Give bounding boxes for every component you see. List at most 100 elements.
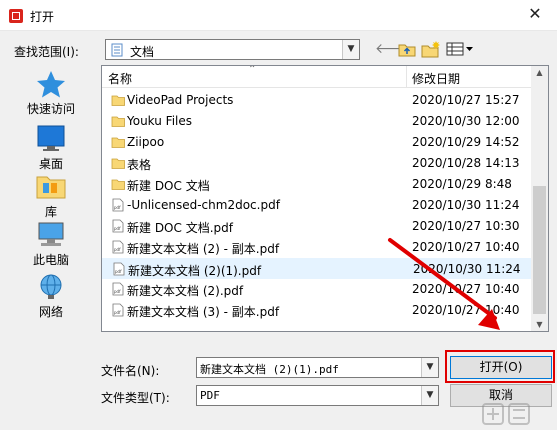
table-row[interactable]: Youku Files 2020/10/30 12:00 [102, 111, 532, 132]
file-name: -Unlicensed-chm2doc.pdf [127, 198, 280, 212]
new-folder-icon[interactable] [421, 40, 441, 58]
pdf-file-icon: pdf [113, 262, 125, 276]
desktop-icon [37, 125, 65, 151]
pdf-file-icon: pdf [112, 303, 124, 317]
file-name: 新建文本文档 (2).pdf [127, 284, 244, 298]
vertical-scrollbar[interactable]: ▲ ▼ [531, 66, 548, 331]
folder-icon [111, 137, 125, 148]
table-row[interactable]: pdf 新建文本文档 (2)(1).pdf 2020/10/30 11:24 [102, 258, 532, 279]
file-name: 新建文本文档 (2)(1).pdf [128, 264, 262, 278]
place-label: 快速访问 [26, 102, 75, 116]
file-date: 2020/10/28 14:13 [412, 156, 520, 170]
look-in-combo[interactable]: 文档 ▼ [105, 39, 360, 60]
table-row[interactable]: pdf 新建文本文档 (2).pdf 2020/10/27 10:40 [102, 279, 532, 300]
table-row[interactable]: VideoPad Projects 2020/10/27 15:27 [102, 90, 532, 111]
svg-text:pdf: pdf [114, 289, 121, 294]
file-date: 2020/10/29 14:52 [412, 135, 520, 149]
back-arrow-icon[interactable]: 🡐 [375, 40, 413, 58]
place-label: 桌面 [38, 157, 63, 171]
title-bar: 打开 ✕ [0, 0, 557, 31]
scroll-down-icon[interactable]: ▼ [531, 320, 548, 329]
file-date: 2020/10/27 10:40 [412, 303, 520, 317]
table-row[interactable]: Ziipoo 2020/10/29 14:52 [102, 132, 532, 153]
svg-text:pdf: pdf [114, 226, 121, 231]
filename-value: 新建文本文档 (2)(1).pdf [200, 363, 339, 376]
column-header-name[interactable]: 名称 [108, 70, 132, 87]
folder-icon [111, 179, 125, 190]
place-label: 此电脑 [32, 253, 69, 267]
watermark-logo [482, 403, 530, 425]
filetype-label: 文件类型(T): [101, 391, 170, 405]
table-row[interactable]: pdf 新建文本文档 (2) - 副本.pdf 2020/10/27 10:40 [102, 237, 532, 258]
app-icon [9, 9, 23, 23]
svg-text:pdf: pdf [114, 247, 121, 252]
file-name: Youku Files [127, 114, 193, 128]
pdf-file-icon: pdf [112, 282, 124, 296]
file-date: 2020/10/30 11:24 [412, 198, 520, 212]
file-date: 2020/10/27 15:27 [412, 93, 520, 107]
table-row[interactable]: pdf 新建文本文档 (3) - 副本.pdf 2020/10/27 10:40 [102, 300, 532, 321]
filetype-select[interactable]: PDF ▼ [196, 385, 439, 406]
file-name: 表格 [127, 158, 152, 172]
file-date: 2020/10/30 12:00 [412, 114, 520, 128]
pdf-file-icon: pdf [112, 219, 124, 233]
place-library[interactable]: 库 [8, 171, 94, 220]
close-icon[interactable]: ✕ [525, 4, 545, 24]
filename-field[interactable]: 新建文本文档 (2)(1).pdf ▼ [196, 357, 439, 378]
library-icon [36, 176, 66, 199]
network-icon [40, 274, 62, 299]
place-desktop[interactable]: 桌面 [8, 123, 94, 172]
open-button[interactable]: 打开(O) [450, 356, 552, 379]
view-menu-icon[interactable] [446, 40, 474, 58]
file-name: Ziipoo [127, 135, 165, 149]
folder-icon [111, 158, 125, 169]
svg-text:pdf: pdf [114, 205, 121, 210]
folder-icon [111, 95, 125, 106]
documents-folder-icon [111, 43, 123, 57]
file-list-header: ⌃ 名称 修改日期 [102, 66, 532, 88]
file-name: 新建 DOC 文档 [127, 179, 210, 193]
file-date: 2020/10/27 10:40 [412, 240, 520, 254]
file-date: 2020/10/29 8:48 [412, 177, 512, 191]
file-list[interactable]: ⌃ 名称 修改日期 VideoPad Projects 2020/10/27 15… [101, 65, 549, 332]
place-network[interactable]: 网络 [8, 273, 94, 320]
pdf-file-icon: pdf [112, 198, 124, 212]
dialog-body: 查找范围(I): 文档 ▼ 🡐 快速访问 桌面 库 此电脑 网络 ⌃ 名称 修改… [0, 31, 557, 430]
svg-text:pdf: pdf [114, 310, 121, 315]
table-row[interactable]: 表格 2020/10/28 14:13 [102, 153, 532, 174]
place-this-pc[interactable]: 此电脑 [8, 221, 94, 268]
column-header-modified[interactable]: 修改日期 [412, 70, 460, 87]
sort-ascending-icon: ⌃ [248, 65, 257, 75]
chevron-down-icon[interactable]: ▼ [342, 40, 359, 59]
scroll-up-icon[interactable]: ▲ [531, 68, 548, 77]
filename-label: 文件名(N): [101, 364, 160, 378]
chevron-down-icon[interactable]: ▼ [421, 358, 438, 377]
svg-text:pdf: pdf [115, 269, 122, 274]
file-rows: VideoPad Projects 2020/10/27 15:27 Youku F… [102, 90, 532, 321]
table-row[interactable]: pdf 新建 DOC 文档.pdf 2020/10/27 10:30 [102, 216, 532, 237]
column-separator[interactable] [406, 66, 407, 88]
places-bar: 快速访问 桌面 库 此电脑 网络 [8, 66, 94, 349]
computer-icon [38, 222, 64, 246]
scrollbar-thumb[interactable] [533, 186, 546, 314]
look-in-label: 查找范围(I): [14, 45, 79, 59]
file-name: 新建文本文档 (3) - 副本.pdf [127, 305, 280, 319]
table-row[interactable]: pdf -Unlicensed-chm2doc.pdf 2020/10/30 11:… [102, 195, 532, 216]
chevron-down-icon[interactable]: ▼ [421, 386, 438, 405]
window-title: 打开 [30, 10, 55, 24]
file-name: 新建 DOC 文档.pdf [127, 221, 233, 235]
place-label: 库 [44, 205, 57, 219]
filetype-value: PDF [200, 389, 220, 402]
file-date: 2020/10/30 11:24 [413, 262, 521, 276]
pdf-file-icon: pdf [112, 240, 124, 254]
look-in-value: 文档 [130, 45, 155, 59]
place-quick-access[interactable]: 快速访问 [8, 70, 94, 117]
file-date: 2020/10/27 10:30 [412, 219, 520, 233]
folder-icon [111, 116, 125, 127]
file-name: 新建文本文档 (2) - 副本.pdf [127, 242, 280, 256]
file-date: 2020/10/27 10:40 [412, 282, 520, 296]
table-row[interactable]: 新建 DOC 文档 2020/10/29 8:48 [102, 174, 532, 195]
star-icon [37, 71, 65, 98]
place-label: 网络 [38, 305, 63, 319]
up-folder-icon[interactable] [398, 40, 416, 58]
